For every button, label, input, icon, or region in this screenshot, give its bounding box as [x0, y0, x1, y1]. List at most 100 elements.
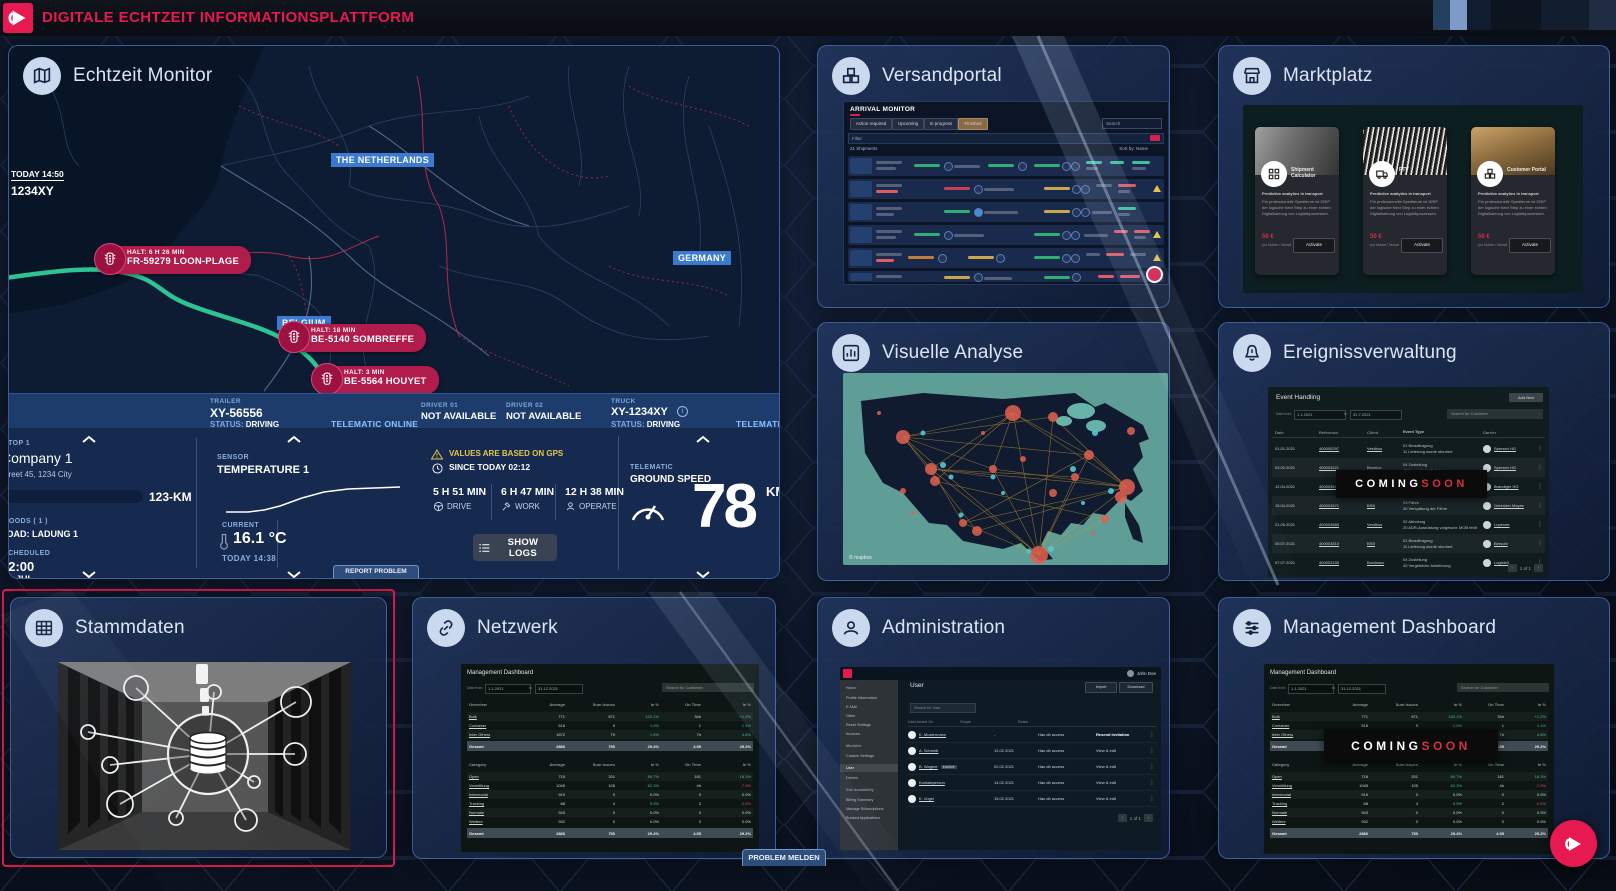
sort-control[interactable]: Sort by: Name [1119, 146, 1148, 151]
notification-badge[interactable] [1146, 266, 1163, 283]
kebab-menu-icon[interactable]: ⋮ [1537, 540, 1545, 547]
chevron-down-icon[interactable] [695, 566, 711, 579]
download-button[interactable]: Download [1119, 682, 1153, 693]
activate-button[interactable]: Activate [1509, 238, 1551, 253]
stop-badge[interactable]: HALT: 18 MIN BE-5140 SOMBREFFE [281, 324, 426, 352]
table-row[interactable]: Intermodal91900.0%00.0% [467, 790, 753, 799]
user-row[interactable]: A. Schmidt12.02.2021Has db accessView & … [908, 743, 1157, 759]
kebab-menu-icon[interactable]: ⋮ [1537, 464, 1545, 471]
search-input[interactable]: Search [1102, 118, 1162, 129]
drip-logo-icon[interactable] [3, 3, 33, 33]
admin-screenshot[interactable]: John Doe Home Profile Information E-Mail… [840, 667, 1161, 850]
table-row[interactable]: Tracking6845.9%2-0.5% [467, 799, 753, 808]
table-row[interactable]: Open71820180.7%18118.3% [1270, 772, 1548, 781]
kebab-menu-icon[interactable]: ⋮ [1149, 731, 1157, 738]
tile-administration[interactable]: Administration John Doe Home Profile Inf… [817, 597, 1170, 859]
kebab-menu-icon[interactable]: ⋮ [1149, 795, 1157, 802]
search-input[interactable]: Search for Customer [1457, 683, 1549, 692]
tab-finished[interactable]: Finished [958, 118, 988, 130]
arrival-monitor-screenshot[interactable]: ARRIVAL MONITOR Action required Upcoming… [843, 101, 1169, 285]
chevron-up-icon[interactable] [695, 430, 711, 448]
search-input[interactable]: Search for User [910, 703, 976, 713]
date-from-input[interactable]: 1.1.2021 [1294, 410, 1346, 420]
user-row[interactable]: B. Wagnerinactive02.02.2021Has db access… [908, 759, 1157, 775]
chevron-up-icon[interactable] [286, 430, 302, 448]
shipment-row[interactable] [848, 202, 1164, 222]
tile-netzwerk[interactable]: Netzwerk Management Dashboard Date from … [412, 597, 776, 859]
date-to-input[interactable]: 31.12.2021 [535, 684, 583, 694]
table-row[interactable]: Tracking6845.9%2-0.5% [1270, 799, 1548, 808]
problem-melden-button[interactable]: PROBLEM MELDEN [742, 849, 826, 866]
chevron-up-icon[interactable] [81, 430, 97, 448]
user-row[interactable]: K. Vogel15.02.2021Has db accessView & ed… [908, 791, 1157, 807]
tab-in-progress[interactable]: In progress [924, 118, 958, 130]
date-to-input[interactable]: 31.12.2021 [1338, 684, 1386, 694]
tile-visuelle-analyse[interactable]: Visuelle Analyse © mapbox [817, 322, 1170, 581]
tile-stammdaten[interactable]: Stammdaten [10, 597, 387, 858]
app-card-ptv[interactable]: PTV Predictive analytics in transport Fü… [1363, 127, 1447, 275]
user-row[interactable]: K. Mustermann-Has db accessResend Invita… [908, 727, 1157, 743]
date-from-input[interactable]: 1.1.2021 [1288, 684, 1334, 694]
network-map-screenshot[interactable]: © mapbox [843, 373, 1168, 565]
filter-bar[interactable]: Filter [848, 133, 1164, 144]
tab-upcoming[interactable]: Upcoming [892, 118, 924, 130]
table-row[interactable]: Vermittlung104510562.3%4h-7.3% [467, 781, 753, 790]
app-card-customer-portal[interactable]: Customer Portal Predictive analytics in … [1471, 127, 1555, 275]
search-input[interactable]: Search for Customer [1447, 409, 1543, 419]
management-dashboard-screenshot[interactable]: Management Dashboard Date from 1.1.2021 … [461, 664, 759, 852]
pagination[interactable]: ‹1 of 1› [1118, 814, 1153, 822]
search-input[interactable]: Search for Customer [662, 683, 754, 692]
kebab-menu-icon[interactable]: ⋮ [1537, 483, 1545, 490]
stop-badge[interactable]: HALT: 3 MIN BE-5564 HOUYET [314, 366, 439, 394]
stop-badge[interactable]: HALT: 6 H 26 MIN FR-59279 LOON-PLAGE [97, 246, 251, 274]
pagination[interactable]: ‹1 of 1› [1508, 564, 1543, 572]
shipment-row[interactable] [848, 248, 1164, 268]
kebab-menu-icon[interactable]: ⋮ [1537, 445, 1545, 452]
table-row[interactable]: Intermodal91900.0%00.0% [1270, 790, 1548, 799]
kebab-menu-icon[interactable]: ⋮ [1537, 502, 1545, 509]
chevron-down-icon[interactable] [81, 566, 97, 579]
table-row[interactable]: Weitere93200.0%00.0% [1270, 817, 1548, 826]
info-icon[interactable]: i [677, 406, 688, 417]
table-row[interactable]: Inter Others1872791.5%7h4.8% [467, 730, 753, 739]
import-button[interactable]: Import [1085, 682, 1117, 693]
tile-ereignissverwaltung[interactable]: Ereignissverwaltung Event Handling Add N… [1218, 322, 1610, 581]
drip-fab-button[interactable] [1550, 820, 1597, 867]
activate-button[interactable]: Activate [1293, 238, 1335, 253]
shipment-row[interactable] [848, 179, 1164, 199]
event-row[interactable]: 01.01.2021400000297Vestibus01 Beauftragu… [1272, 439, 1545, 458]
table-row[interactable]: Container51891.0%11.1% [467, 721, 753, 730]
tile-echtzeit-monitor[interactable]: TODAY 14:50 1234XY THE NETHERLANDS BELGI… [8, 45, 780, 579]
table-row[interactable]: Bulk771671100.1%34h+1.2% [467, 712, 753, 721]
table-row[interactable]: Open71820180.7%18118.3% [467, 772, 753, 781]
tile-management-dashboard[interactable]: Management Dashboard Management Dashboar… [1218, 597, 1610, 859]
kebab-menu-icon[interactable]: ⋮ [1149, 747, 1157, 754]
activate-button[interactable]: Activate [1401, 238, 1443, 253]
date-from-input[interactable]: 1.1.2021 [485, 684, 531, 694]
event-row[interactable]: 15.04.2021400003671BSB03 Fähre30 Verspät… [1272, 496, 1545, 515]
table-row[interactable]: Normale94300.0%00.0% [467, 808, 753, 817]
tile-versandportal[interactable]: Versandportal ARRIVAL MONITOR Action req… [817, 45, 1170, 308]
date-to-input[interactable]: 31.7.2021 [1350, 410, 1402, 420]
report-problem-button[interactable]: REPORT PROBLEM [333, 565, 419, 578]
kebab-menu-icon[interactable]: ⋮ [1149, 763, 1157, 770]
tab-action-required[interactable]: Action required [850, 118, 892, 130]
kebab-menu-icon[interactable]: ⋮ [1149, 779, 1157, 786]
chevron-down-icon[interactable] [286, 566, 302, 579]
table-row[interactable]: Vermittlung104510562.3%4h-7.3% [1270, 781, 1548, 790]
shipment-row[interactable] [848, 225, 1164, 245]
app-card-shipment-calculator[interactable]: Shipment Calculator Predictive analytics… [1255, 127, 1339, 275]
user-menu[interactable]: John Doe [1127, 670, 1156, 677]
show-logs-button[interactable]: SHOW LOGS [473, 534, 557, 561]
sidebar-item-user-active[interactable]: User [840, 764, 898, 772]
table-row[interactable]: Weitere93200.0%00.0% [467, 817, 753, 826]
table-row[interactable]: Bulk771671100.1%34h+1.2% [1270, 712, 1548, 721]
event-row[interactable]: 21.05.2021400003680Vestibus02 Abholung20… [1272, 515, 1545, 534]
shipment-row[interactable] [848, 156, 1164, 176]
tile-marktplatz[interactable]: Marktplatz Shipment Calculator Predictiv… [1218, 45, 1610, 308]
event-row[interactable]: 07.07.2021400003155Bordeaux04 Zustellung… [1272, 553, 1545, 572]
user-row[interactable]: Kontaktperson14.02.2021Has db accessView… [908, 775, 1157, 791]
filter-icon[interactable] [1150, 135, 1160, 141]
event-row[interactable]: 05.07.2021400003810BSB01 Beauftragung11 … [1272, 534, 1545, 553]
add-new-button[interactable]: Add New [1509, 393, 1543, 402]
